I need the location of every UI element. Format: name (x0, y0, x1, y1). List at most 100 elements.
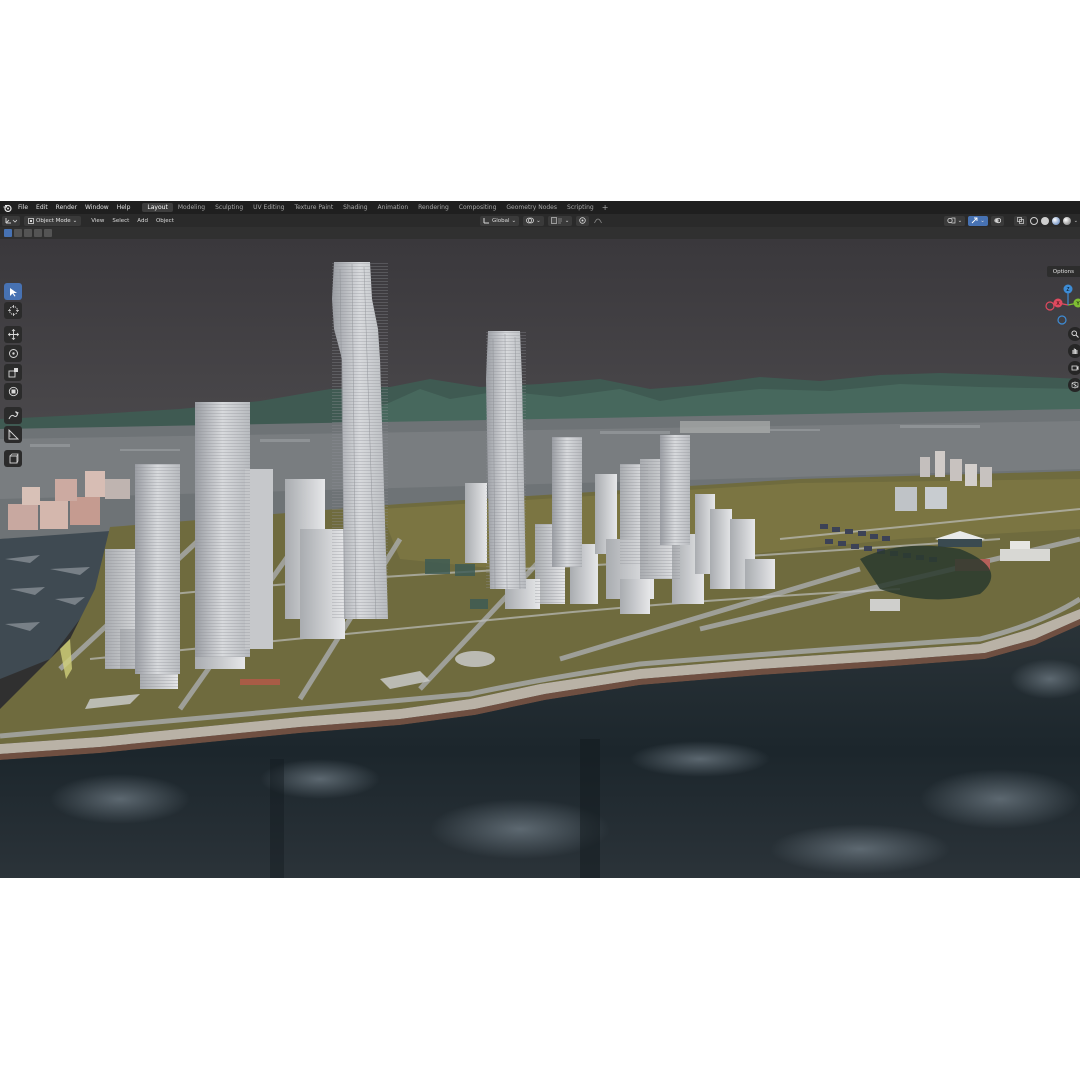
scale-tool[interactable] (4, 364, 22, 381)
object-mode-label: Object Mode (36, 217, 71, 224)
negative-z-axis-handle (1057, 315, 1067, 325)
y-axis-label: Y (1076, 301, 1080, 307)
tab-layout[interactable]: Layout (142, 203, 173, 212)
tab-texture-paint[interactable]: Texture Paint (289, 203, 338, 212)
transform-orientation-dropdown[interactable]: Global ⌄ (480, 215, 520, 226)
move-icon (7, 329, 19, 340)
transform-tool[interactable] (4, 383, 22, 400)
wireframe-shading-icon[interactable] (1029, 216, 1038, 225)
overlays-toggle[interactable] (990, 215, 1004, 226)
navigation-buttons (1068, 327, 1080, 392)
top-menu-bar: File Edit Render Window Help Layout Mode… (0, 201, 1080, 214)
city-scene (0, 239, 1080, 878)
tool-shelf (4, 283, 24, 467)
chevron-down-icon: ⌄ (72, 217, 78, 224)
proportional-editing-icon (579, 217, 587, 224)
select-extend-icon[interactable] (14, 229, 22, 237)
add-workspace-button[interactable]: + (599, 203, 612, 212)
chevron-down-icon: ⌄ (564, 217, 570, 224)
menu-file[interactable]: File (14, 204, 32, 211)
tab-uv-editing[interactable]: UV Editing (248, 203, 289, 212)
cursor-icon (7, 305, 19, 316)
select-invert-icon[interactable] (34, 229, 42, 237)
menu-add[interactable]: Add (133, 218, 152, 224)
editor-type-button[interactable] (2, 215, 20, 226)
camera-view-icon[interactable] (1068, 361, 1080, 375)
workspace-tabs: Layout Modeling Sculpting UV Editing Tex… (142, 203, 611, 212)
menu-window[interactable]: Window (81, 204, 113, 211)
tab-rendering[interactable]: Rendering (413, 203, 454, 212)
measure-tool[interactable] (4, 426, 22, 443)
pan-hand-icon[interactable] (1068, 344, 1080, 358)
select-new-icon[interactable] (4, 229, 12, 237)
chevron-down-icon: ⌄ (536, 217, 541, 224)
annotate-tool[interactable] (4, 407, 22, 424)
object-mode-icon (28, 217, 34, 224)
falloff-icon[interactable] (593, 216, 603, 226)
rendered-shading-icon[interactable] (1062, 216, 1071, 225)
viewport-header: Object Mode ⌄ View Select Add Object Glo… (0, 214, 1080, 227)
menu-render[interactable]: Render (52, 204, 81, 211)
perspective-toggle-icon[interactable] (1068, 378, 1080, 392)
add-cube-icon (9, 453, 19, 464)
3d-viewport[interactable]: Options Z X Y (0, 239, 1080, 878)
snap-icon (550, 217, 562, 224)
snap-dropdown[interactable]: ⌄ (547, 215, 573, 226)
material-preview-icon[interactable] (1051, 216, 1060, 225)
transform-orientation-label: Global (492, 217, 510, 224)
rotate-icon (8, 349, 18, 358)
negative-x-axis-handle (1045, 301, 1055, 311)
shading-options-chevron-icon[interactable]: ⌄ (1074, 218, 1078, 224)
proportional-editing-toggle[interactable] (576, 215, 590, 226)
select-subtract-icon[interactable] (24, 229, 32, 237)
blender-window: File Edit Render Window Help Layout Mode… (0, 201, 1080, 878)
header-menu: View Select Add Object (87, 218, 178, 224)
solid-shading-icon[interactable] (1040, 216, 1049, 225)
navigation-gizmo[interactable]: Z X Y (1040, 281, 1080, 329)
chevron-down-icon: ⌄ (957, 217, 963, 224)
view-object-types-icon (946, 217, 955, 224)
blender-logo-icon[interactable] (0, 201, 14, 214)
annotate-icon (8, 411, 18, 420)
measure-icon (8, 429, 19, 440)
menu-select[interactable]: Select (108, 218, 133, 224)
menu-object[interactable]: Object (152, 218, 178, 224)
gizmo-toggle[interactable]: ⌄ (968, 215, 988, 226)
menu-edit[interactable]: Edit (32, 204, 52, 211)
overlays-icon (994, 217, 1001, 224)
chevron-down-icon: ⌄ (980, 217, 985, 224)
rotate-tool[interactable] (4, 345, 22, 362)
select-intersect-icon[interactable] (44, 229, 52, 237)
main-menu: File Edit Render Window Help (14, 204, 134, 211)
editor-type-icon (5, 218, 17, 224)
scale-icon (8, 368, 18, 378)
cursor-tool[interactable] (4, 302, 22, 319)
viewport-display-controls: ⌄ ⌄ ⌄ (943, 215, 1078, 226)
move-tool[interactable] (4, 326, 22, 343)
chevron-down-icon: ⌄ (511, 217, 517, 224)
add-cube-tool[interactable] (4, 450, 22, 467)
transform-controls: Global ⌄ ⌄ ⌄ (480, 215, 603, 226)
menu-view[interactable]: View (87, 218, 108, 224)
menu-help[interactable]: Help (113, 204, 135, 211)
tab-shading[interactable]: Shading (338, 203, 372, 212)
gizmo-icon (971, 217, 978, 224)
select-box-tool[interactable] (4, 283, 22, 300)
tab-sculpting[interactable]: Sculpting (210, 203, 248, 212)
pivot-point-dropdown[interactable]: ⌄ (523, 215, 544, 226)
options-button[interactable]: Options (1046, 266, 1080, 277)
xray-icon (1016, 217, 1024, 224)
tab-modeling[interactable]: Modeling (173, 203, 210, 212)
zoom-icon[interactable] (1068, 327, 1080, 341)
object-mode-dropdown[interactable]: Object Mode ⌄ (24, 215, 82, 226)
tab-geometry-nodes[interactable]: Geometry Nodes (501, 203, 562, 212)
tab-animation[interactable]: Animation (373, 203, 414, 212)
selection-mode-row (0, 227, 84, 239)
select-box-icon (9, 287, 17, 296)
show-gizmo-dropdown[interactable]: ⌄ (943, 215, 966, 226)
tab-compositing[interactable]: Compositing (454, 203, 502, 212)
z-axis-label: Z (1066, 287, 1069, 293)
tab-scripting[interactable]: Scripting (562, 203, 599, 212)
transform-icon (8, 386, 18, 397)
xray-toggle[interactable] (1013, 215, 1027, 226)
